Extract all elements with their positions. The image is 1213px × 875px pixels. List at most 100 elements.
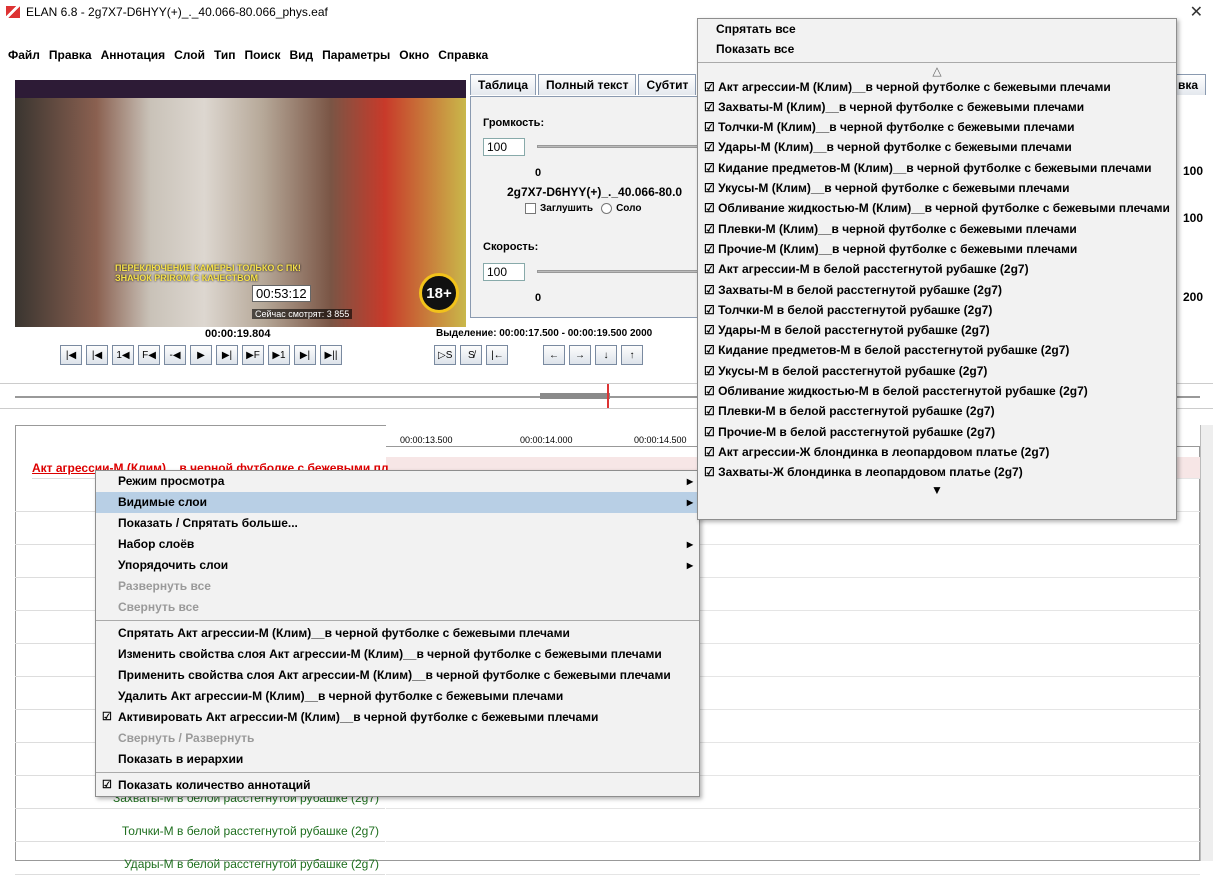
context-menu-item: Развернуть все bbox=[96, 576, 699, 597]
menu-6[interactable]: Вид bbox=[289, 48, 313, 62]
scroll-down-icon[interactable]: ▼ bbox=[698, 483, 1176, 497]
context-menu-item[interactable]: Показать в иерархии bbox=[96, 749, 699, 770]
ruler-tick-2: 00:00:14.000 bbox=[520, 435, 573, 445]
scroll-up-icon[interactable]: △ bbox=[698, 65, 1176, 77]
visible-layer-item[interactable]: ☑ Захваты-М в белой расстегнутой рубашке… bbox=[698, 280, 1176, 300]
nav-buttons-button-0[interactable]: ← bbox=[543, 345, 565, 365]
context-menu-item[interactable]: Показать / Спрятать больше... bbox=[96, 513, 699, 534]
menu-1[interactable]: Правка bbox=[49, 48, 92, 62]
tier-row[interactable] bbox=[386, 853, 1200, 875]
tier-label[interactable]: Удары-М в белой расстегнутой рубашке (2g… bbox=[15, 853, 385, 875]
visible-layer-item[interactable]: ☑ Толчки-М в белой расстегнутой рубашке … bbox=[698, 300, 1176, 320]
visible-layer-item[interactable]: ☑ Укусы-М в белой расстегнутой рубашке (… bbox=[698, 361, 1176, 381]
tab-0[interactable]: Таблица bbox=[470, 74, 537, 95]
visible-layer-item[interactable]: ☑ Кидание предметов-М (Клим)__в черной ф… bbox=[698, 158, 1176, 178]
checkbox-icon: ☑ bbox=[704, 79, 719, 94]
visible-layer-item[interactable]: ☑ Кидание предметов-М в белой расстегнут… bbox=[698, 340, 1176, 360]
buttons-button-5[interactable]: ▶ bbox=[190, 345, 212, 365]
show-all-item[interactable]: Показать все bbox=[698, 39, 1176, 59]
menu-separator bbox=[96, 772, 699, 773]
context-menu-item[interactable]: Набор слоёв ▶ bbox=[96, 534, 699, 555]
sel-buttons-button-2[interactable]: |← bbox=[486, 345, 509, 365]
visible-layer-item[interactable]: ☑ Обливание жидкостью-М в белой расстегн… bbox=[698, 381, 1176, 401]
mute-checkbox[interactable] bbox=[525, 203, 536, 214]
nav-buttons-button-2[interactable]: ↓ bbox=[595, 345, 617, 365]
tab-2[interactable]: Субтит bbox=[638, 74, 697, 95]
menu-9[interactable]: Справка bbox=[438, 48, 488, 62]
nav-buttons-button-1[interactable]: → bbox=[569, 345, 591, 365]
hide-all-item[interactable]: Спрятать все bbox=[698, 19, 1176, 39]
menu-5[interactable]: Поиск bbox=[244, 48, 280, 62]
stream-top-bar bbox=[15, 80, 466, 98]
tab-1[interactable]: Полный текст bbox=[538, 74, 637, 95]
buttons-button-3[interactable]: F◀ bbox=[138, 345, 160, 365]
volume-slider[interactable] bbox=[537, 145, 707, 148]
buttons-button-0[interactable]: |◀ bbox=[60, 345, 82, 365]
buttons-button-7[interactable]: ▶F bbox=[242, 345, 264, 365]
menu-8[interactable]: Окно bbox=[399, 48, 429, 62]
visible-layer-item[interactable]: ☑ Захваты-Ж блондинка в леопардовом плат… bbox=[698, 462, 1176, 482]
visible-layer-item[interactable]: ☑ Акт агрессии-Ж блондинка в леопардовом… bbox=[698, 442, 1176, 462]
buttons-button-10[interactable]: ▶|| bbox=[320, 345, 342, 365]
visible-layer-item[interactable]: ☑ Плевки-М (Клим)__в черной футболке с б… bbox=[698, 219, 1176, 239]
nav-buttons-button-3[interactable]: ↑ bbox=[621, 345, 643, 365]
solo-radio[interactable] bbox=[601, 203, 613, 214]
checkbox-icon: ☑ bbox=[704, 181, 719, 196]
visible-layer-item[interactable]: ☑ Укусы-М (Клим)__в черной футболке с бе… bbox=[698, 178, 1176, 198]
speed-slider[interactable] bbox=[537, 270, 707, 273]
sel-buttons-button-1[interactable]: S̸ bbox=[460, 345, 483, 365]
menu-3[interactable]: Слой bbox=[174, 48, 205, 62]
visible-layer-item[interactable]: ☑ Обливание жидкостью-М (Клим)__в черной… bbox=[698, 198, 1176, 218]
menu-4[interactable]: Тип bbox=[214, 48, 236, 62]
sel-buttons-button-0[interactable]: ▷S bbox=[434, 345, 457, 365]
buttons-button-2[interactable]: 1◀ bbox=[112, 345, 134, 365]
buttons-button-9[interactable]: ▶| bbox=[294, 345, 316, 365]
checkbox-icon: ☑ bbox=[704, 241, 719, 256]
context-menu-item[interactable]: Режим просмотра ▶ bbox=[96, 471, 699, 492]
right-value-1: 100 bbox=[1183, 164, 1204, 178]
visible-layer-item[interactable]: ☑ Удары-М в белой расстегнутой рубашке (… bbox=[698, 320, 1176, 340]
close-window-button[interactable]: ✕ bbox=[1190, 2, 1203, 22]
stream-overlay-text: ПЕРЕКЛЮЧЕНИЕ КАМЕРЫ ТОЛЬКО С ПК! ЗНАЧОК … bbox=[115, 263, 301, 283]
menu-0[interactable]: Файл bbox=[8, 48, 40, 62]
visible-layer-item[interactable]: ☑ Прочие-М в белой расстегнутой рубашке … bbox=[698, 422, 1176, 442]
context-menu-item[interactable]: Применить свойства слоя Акт агрессии-М (… bbox=[96, 665, 699, 686]
menu-2[interactable]: Аннотация bbox=[101, 48, 166, 62]
visible-layer-label: Захваты-М в белой расстегнутой рубашке (… bbox=[718, 282, 1002, 297]
visible-layer-item[interactable]: ☑ Толчки-М (Клим)__в черной футболке с б… bbox=[698, 117, 1176, 137]
context-menu-item[interactable]: Удалить Акт агрессии-М (Клим)__в черной … bbox=[96, 686, 699, 707]
visible-layer-item[interactable]: ☑ Захваты-М (Клим)__в черной футболке с … bbox=[698, 97, 1176, 117]
buttons-button-6[interactable]: ▶| bbox=[216, 345, 238, 365]
menu-bar: Файл Правка Аннотация Слой Тип Поиск Вид Параме… bbox=[0, 44, 497, 66]
volume-label: Громкость: bbox=[483, 117, 545, 129]
tier-label[interactable]: Толчки-М в белой расстегнутой рубашке (2… bbox=[15, 820, 385, 842]
context-menu-item-label: Показать / Спрятать больше... bbox=[118, 516, 298, 530]
buttons-button-4[interactable]: -◀ bbox=[164, 345, 186, 365]
visible-layer-item[interactable]: ☑ Удары-М (Клим)__в черной футболке с бе… bbox=[698, 137, 1176, 157]
context-menu-item[interactable]: ☑ Активировать Акт агрессии-М (Клим)__в ч… bbox=[96, 707, 699, 728]
selection-controls: ▷S S̸ |← bbox=[434, 345, 509, 365]
tier-scrollbar[interactable] bbox=[1200, 425, 1213, 861]
context-menu-item: Свернуть все bbox=[96, 597, 699, 618]
checkbox-icon: ☑ bbox=[704, 140, 719, 155]
volume-input[interactable]: 100 bbox=[483, 138, 525, 156]
visible-layer-item[interactable]: ☑ Акт агрессии-М (Клим)__в черной футбол… bbox=[698, 77, 1176, 97]
buttons-button-1[interactable]: |◀ bbox=[86, 345, 108, 365]
context-menu-item[interactable]: ☑ Показать количество аннотаций bbox=[96, 775, 699, 796]
context-menu-item[interactable]: Изменить свойства слоя Акт агрессии-М (К… bbox=[96, 644, 699, 665]
visible-layer-item[interactable]: ☑ Прочие-М (Клим)__в черной футболке с б… bbox=[698, 239, 1176, 259]
context-menu-item[interactable]: Видимые слои ▶ bbox=[96, 492, 699, 513]
visible-layer-item[interactable]: ☑ Плевки-М в белой расстегнутой рубашке … bbox=[698, 401, 1176, 421]
context-menu-item-label: Упорядочить слои bbox=[118, 558, 229, 572]
menu-7[interactable]: Параметры bbox=[322, 48, 390, 62]
context-menu-item[interactable]: Упорядочить слои ▶ bbox=[96, 555, 699, 576]
tier-row[interactable] bbox=[386, 820, 1200, 842]
buttons-button-8[interactable]: ▶1 bbox=[268, 345, 290, 365]
speed-input[interactable]: 100 bbox=[483, 263, 525, 281]
context-menu-item[interactable]: Спрятать Акт агрессии-М (Клим)__в черной… bbox=[96, 623, 699, 644]
timeline-visible-range[interactable] bbox=[540, 393, 610, 399]
context-menu-item-label: Спрятать Акт агрессии-М (Клим)__в черной… bbox=[118, 626, 570, 640]
video-viewer[interactable]: ПЕРЕКЛЮЧЕНИЕ КАМЕРЫ ТОЛЬКО С ПК! ЗНАЧОК … bbox=[15, 80, 466, 327]
visible-layer-item[interactable]: ☑ Акт агрессии-М в белой расстегнутой ру… bbox=[698, 259, 1176, 279]
visible-layer-label: Прочие-М в белой расстегнутой рубашке (2… bbox=[718, 424, 996, 439]
